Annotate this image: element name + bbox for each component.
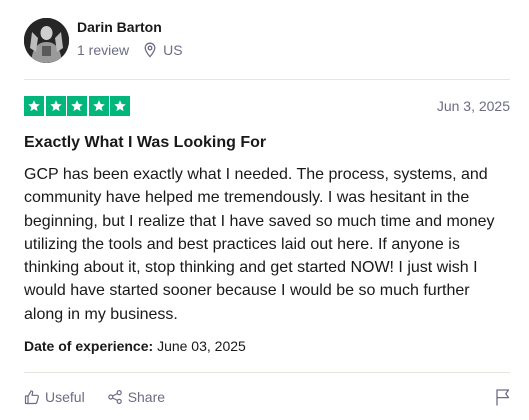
review-card: Darin Barton 1 review US Jun 3, 2025 Exa… [0,0,529,420]
flag-icon[interactable] [495,388,511,406]
share-button[interactable]: Share [107,388,165,406]
share-label: Share [127,389,166,405]
share-icon [107,389,122,404]
review-body: GCP has been exactly what I needed. The … [24,166,495,323]
star-icon [67,96,87,116]
star-icon [24,96,44,116]
thumbs-up-icon [24,390,39,405]
review-actions: Useful Share [24,388,165,406]
review-date: Jun 3, 2025 [436,98,510,114]
avatar-photo-icon [24,17,69,63]
star-icon [88,96,109,116]
reviewer-name[interactable]: Darin Barton [77,18,183,36]
useful-button[interactable]: Useful [24,388,85,406]
location-pin-icon [144,42,156,58]
reviewer-info: Darin Barton 1 review US [77,19,183,59]
reviewer-meta: 1 review US [77,41,183,59]
star-icon [110,96,130,116]
review-title[interactable]: Exactly What I Was Looking For [24,132,266,154]
divider [24,79,510,80]
experience-label: Date of experience: [24,338,154,354]
reviewer-country: US [163,41,183,58]
review-count: 1 review [77,41,130,58]
star-rating [24,96,132,116]
reviewer-header[interactable]: Darin Barton 1 review US [24,15,183,65]
date-of-experience: Date of experience: June 03, 2025 [24,337,246,355]
avatar[interactable] [24,17,69,63]
experience-date: June 03, 2025 [157,338,246,354]
divider [24,372,510,373]
useful-label: Useful [45,389,85,405]
star-icon [45,96,66,116]
